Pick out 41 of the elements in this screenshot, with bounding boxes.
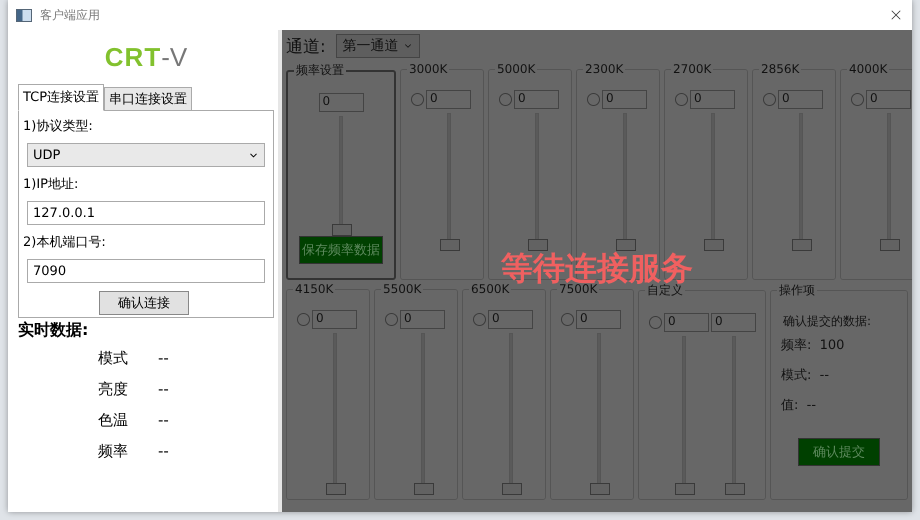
group-label: 2300K <box>584 62 624 76</box>
data-value: -- <box>158 349 170 368</box>
connect-button[interactable]: 确认连接 <box>99 291 189 315</box>
data-value: -- <box>158 442 170 461</box>
data-value: -- <box>158 411 170 430</box>
group-label: 3000K <box>408 62 448 76</box>
data-label: 亮度 <box>98 380 129 399</box>
group-label: 自定义 <box>647 283 683 299</box>
group-label: 5500K <box>382 282 422 296</box>
group-label: 4150K <box>294 282 334 296</box>
group-label: 操作项 <box>778 282 816 299</box>
app-icon <box>16 8 32 22</box>
field-label: 1)IP地址: <box>23 176 80 193</box>
field-label: 2)本机端口号: <box>23 234 107 251</box>
group-label: 2700K <box>672 62 712 76</box>
group-label: 6500K <box>470 282 510 296</box>
data-label: 模式 <box>98 349 129 368</box>
logo-suffix: -V <box>161 42 188 72</box>
group-label: 2856K <box>760 62 800 76</box>
data-value: -- <box>158 380 170 399</box>
ops-heading: 确认提交的数据: <box>782 313 872 330</box>
data-label: 频率 <box>98 442 129 461</box>
input-field[interactable]: 127.0.0.1 <box>27 201 265 225</box>
submitted-data-line: 模式: -- <box>781 367 830 384</box>
status-overlay-text: 等待连接服务 <box>501 252 693 284</box>
tab[interactable]: 串口连接设置 <box>104 87 192 111</box>
channel-label: 通道: <box>286 36 326 58</box>
protocol-dropdown[interactable]: UDP <box>27 143 265 167</box>
data-label: 色温 <box>98 411 129 430</box>
group-label: 4000K <box>848 62 888 76</box>
group-label: 7500K <box>559 282 598 296</box>
window-title: 客户端应用 <box>40 6 101 24</box>
submitted-data-line: 频率: 100 <box>781 337 844 354</box>
section-title: 实时数据: <box>18 320 90 341</box>
input-field[interactable]: 7090 <box>27 259 265 283</box>
submitted-data-line: 值: -- <box>781 397 818 414</box>
group-label: 5000K <box>496 62 536 76</box>
logo-text: CRT <box>104 42 162 72</box>
field-label: 1)协议类型: <box>23 118 94 135</box>
group-label: 频率设置 <box>295 62 345 79</box>
tab[interactable]: TCP连接设置 <box>18 84 104 111</box>
